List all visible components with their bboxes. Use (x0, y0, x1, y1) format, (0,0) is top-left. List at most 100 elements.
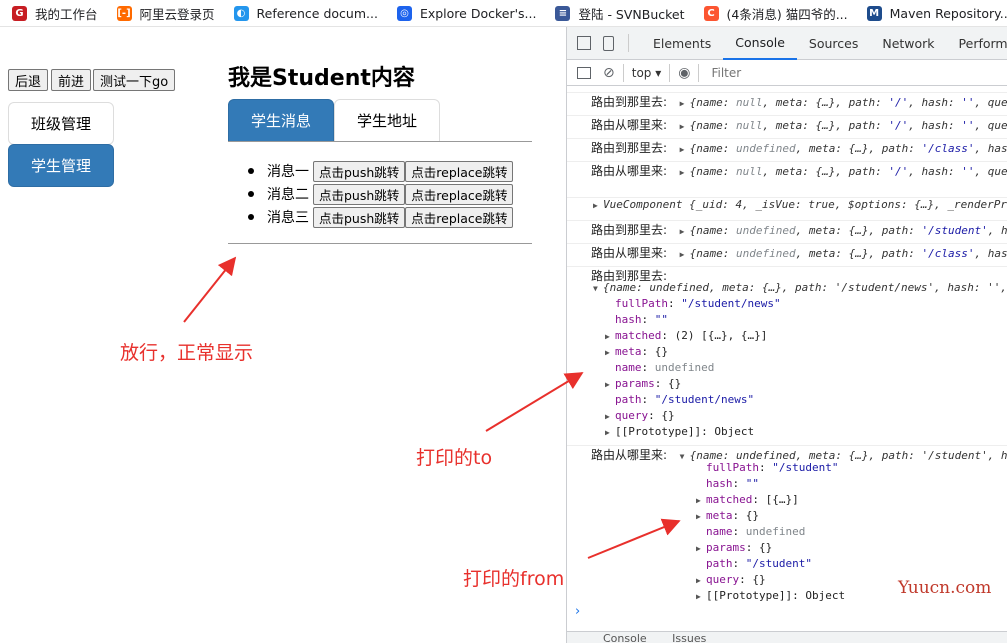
csdn-icon: C (703, 5, 719, 21)
bookmark-item[interactable]: M Maven Repository... (855, 0, 1007, 26)
docker-reference-icon: ◐ (233, 5, 249, 21)
clear-console-icon[interactable]: ⊘ (603, 65, 615, 81)
bookmark-item[interactable]: [-] 阿里云登录页 (105, 0, 222, 26)
list-item: 消息三 点击push跳转 点击replace跳转 (248, 206, 514, 228)
message-label: 消息一 (267, 164, 309, 180)
divider (622, 63, 624, 82)
bullet-icon (248, 191, 254, 197)
bookmark-label: Explore Docker's... (419, 5, 537, 21)
message-label: 消息二 (267, 187, 309, 203)
object-property[interactable]: ▶ matched: (2) [{…}, {…}] (567, 329, 1007, 342)
divider (669, 63, 671, 82)
object-property[interactable]: ▶ meta: {} (567, 509, 1007, 522)
bookmark-label: Reference docum... (256, 5, 378, 21)
object-property[interactable]: hash: "" (567, 477, 1007, 490)
object-property[interactable]: fullPath: "/student" (567, 461, 1007, 474)
menu-item-student[interactable]: 学生管理 (8, 144, 114, 187)
bookmark-item[interactable]: ◎ Explore Docker's... (385, 0, 544, 26)
divider (698, 63, 700, 82)
vue-app-pane: 后退 前进 测试一下go 班级管理 学生管理 我是Student内容 学生消息 … (0, 27, 566, 643)
context-select[interactable]: top ▾ (632, 66, 662, 80)
aliyun-icon: [-] (116, 5, 132, 21)
devtools-panel: Elements Console Sources Network Perform… (566, 27, 1007, 643)
tab-network[interactable]: Network (870, 27, 946, 60)
tab-student-news[interactable]: 学生消息 (228, 99, 334, 142)
console-log-entry[interactable]: 路由从哪里来: ▶ {name: null, meta: {…}, path: '… (567, 115, 1007, 133)
drawer-tab-issues[interactable]: Issues (672, 632, 706, 643)
console-log-entry[interactable]: 路由从哪里来: ▶ {name: undefined, meta: {…}, pa… (567, 243, 1007, 261)
console-log-entry[interactable]: ▶ VueComponent {_uid: 4, _isVue: true, $o… (567, 197, 1007, 211)
annotation-from: 打印的from (463, 568, 565, 590)
devtools-tabbar: Elements Console Sources Network Perform… (567, 27, 1007, 60)
watermark: Yuucn.com (898, 578, 992, 598)
message-label: 消息三 (267, 210, 309, 226)
tab-sources[interactable]: Sources (797, 27, 870, 60)
bookmark-label: Maven Repository... (889, 5, 1007, 21)
console-output: 路由到那里去: ▶ {name: null, meta: {…}, path: '… (567, 86, 1007, 606)
bookmarks-bar: G 我的工作台 [-] 阿里云登录页 ◐ Reference docum... ◎ Explo… (0, 0, 1007, 27)
bullet-icon (248, 214, 254, 220)
database-icon: ≡ (555, 5, 571, 21)
object-property[interactable]: name: undefined (567, 525, 1007, 538)
object-property[interactable]: hash: "" (567, 313, 1007, 326)
push-button[interactable]: 点击push跳转 (313, 206, 406, 228)
object-property[interactable]: ▶ query: {} (567, 409, 1007, 422)
console-log-entry[interactable]: 路由到那里去: ▶ {name: undefined, meta: {…}, pa… (567, 220, 1007, 238)
tab-console[interactable]: Console (723, 27, 797, 60)
console-object-to[interactable]: ▼ {name: undefined, meta: {…}, path: '/st… (567, 281, 1007, 294)
drawer-tabbar: Console Issues (567, 631, 1007, 643)
drawer-tab-console[interactable]: Console (603, 632, 647, 643)
list-item: 消息二 点击push跳转 点击replace跳转 (248, 183, 514, 205)
divider (628, 34, 629, 52)
filter-input[interactable] (711, 63, 862, 82)
gitee-icon: G (12, 5, 27, 21)
eye-icon[interactable]: ◉ (678, 65, 690, 81)
bookmark-label: 登陆 - SVNBucket (578, 6, 685, 22)
object-property[interactable]: ▶ matched: [{…}] (567, 493, 1007, 506)
tab-elements[interactable]: Elements (641, 27, 723, 60)
sidebar-toggle-icon[interactable] (577, 66, 591, 79)
object-property[interactable]: ▶ [[Prototype]]: Object (567, 425, 1007, 438)
object-property[interactable]: fullPath: "/student/news" (567, 297, 1007, 310)
tab-student-address[interactable]: 学生地址 (334, 99, 440, 142)
annotation-pass: 放行，正常显示 (120, 342, 254, 364)
bookmark-item[interactable]: G 我的工作台 (0, 0, 105, 26)
forward-button[interactable]: 前进 (51, 69, 92, 91)
inspect-icon[interactable] (577, 36, 591, 50)
bookmark-label: (4条消息) 猫四爷的... (726, 6, 848, 22)
annotation-to: 打印的to (416, 447, 493, 469)
list-item: 消息一 点击push跳转 点击replace跳转 (248, 160, 514, 182)
object-property[interactable]: path: "/student" (567, 557, 1007, 570)
bookmark-item[interactable]: C (4条消息) 猫四爷的... (692, 0, 855, 26)
docker-hub-icon: ◎ (396, 5, 412, 21)
device-toggle-icon[interactable] (603, 35, 614, 51)
object-property[interactable]: ▶ meta: {} (567, 345, 1007, 358)
bookmark-label: 我的工作台 (35, 6, 98, 22)
push-button[interactable]: 点击push跳转 (313, 160, 406, 182)
console-prompt-icon[interactable]: › (575, 604, 580, 619)
back-button[interactable]: 后退 (8, 69, 49, 91)
bookmark-item[interactable]: ◐ Reference docum... (222, 0, 385, 26)
bookmark-item[interactable]: ≡ 登陆 - SVNBucket (543, 0, 691, 26)
object-property[interactable]: path: "/student/news" (567, 393, 1007, 406)
divider-bottom (228, 243, 532, 244)
tab-performance[interactable]: Performance (947, 27, 1007, 60)
replace-button[interactable]: 点击replace跳转 (405, 183, 514, 205)
bullet-icon (248, 168, 254, 174)
object-property[interactable]: ▶ params: {} (567, 377, 1007, 390)
bookmark-label: 阿里云登录页 (139, 6, 215, 22)
replace-button[interactable]: 点击replace跳转 (405, 160, 514, 182)
object-property[interactable]: ▶ params: {} (567, 541, 1007, 554)
menu-item-class[interactable]: 班级管理 (8, 102, 114, 145)
test-go-button[interactable]: 测试一下go (93, 69, 176, 91)
console-log-entry[interactable]: 路由到那里去: ▶ {name: null, meta: {…}, path: '… (567, 92, 1007, 110)
console-log-entry[interactable]: 路由从哪里来: ▶ {name: null, meta: {…}, path: '… (567, 161, 1007, 179)
divider-top (228, 141, 532, 142)
console-toolbar: ⊘ top ▾ ◉ (567, 60, 1007, 86)
maven-icon: M (866, 5, 882, 21)
page-title: 我是Student内容 (228, 66, 415, 91)
console-log-entry[interactable]: 路由到那里去: ▶ {name: undefined, meta: {…}, pa… (567, 138, 1007, 156)
push-button[interactable]: 点击push跳转 (313, 183, 406, 205)
replace-button[interactable]: 点击replace跳转 (405, 206, 514, 228)
object-property[interactable]: name: undefined (567, 361, 1007, 374)
